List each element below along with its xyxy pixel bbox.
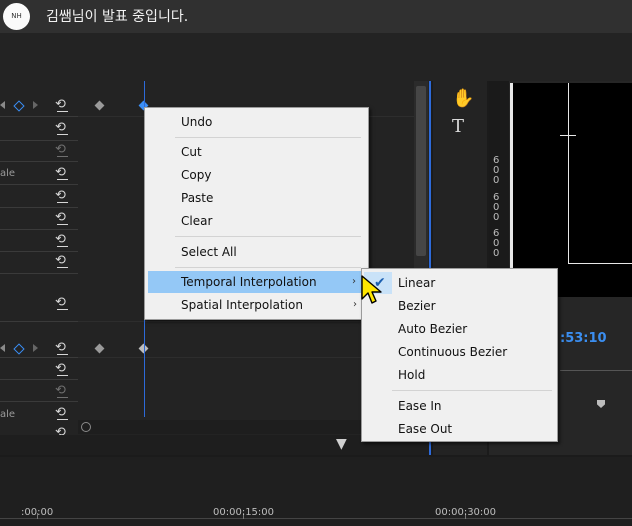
submenu-item-continuous-bezier[interactable]: Continuous Bezier [362,341,556,363]
hand-tool-icon[interactable]: ✋ [452,88,474,109]
zoom-handle[interactable] [81,422,91,432]
property-row-divider [0,229,78,230]
monitor-timecode[interactable]: :53:10 [560,331,607,346]
property-row-divider [0,207,78,208]
menu-separator [175,267,361,268]
property-row-divider [0,357,78,358]
reset-icon[interactable]: ⟲ [55,143,69,157]
property-row-divider [0,161,78,162]
menu-separator [175,236,361,237]
title-safe-guide [568,83,569,264]
menu-item-undo[interactable]: Undo [145,111,367,133]
property-label: ale [0,409,16,420]
submenu-item-bezier[interactable]: Bezier [362,295,556,317]
timeline-tick-label: 00:00:30:00 [435,507,497,518]
reset-icon[interactable]: ⟲ [55,406,69,420]
reset-icon[interactable]: ⟲ [55,362,69,376]
app-toolbar-strip [0,33,632,81]
submenu-arrow-icon: › [352,276,356,287]
reset-icon[interactable]: ⟲ [55,233,69,247]
property-row-divider [0,140,78,141]
menu-item-select-all[interactable]: Select All [145,241,367,263]
next-keyframe-icon[interactable] [33,101,38,109]
timeline-tick-label: :00:00 [21,507,54,518]
submenu-arrow-icon: › [353,299,357,310]
video-frame-edge [510,83,513,297]
ruler-digit: 0 [493,212,500,223]
property-row-divider [0,321,78,322]
menu-item-clear[interactable]: Clear [145,210,367,232]
mouse-cursor-icon [361,275,382,304]
property-row-divider [0,116,78,117]
reset-icon[interactable]: ⟲ [55,254,69,268]
reset-icon[interactable]: ⟲ [55,121,69,135]
title-safe-guide [568,263,632,264]
menu-separator [392,390,552,391]
menu-item-cut[interactable]: Cut [145,141,367,163]
monitor-ruler [489,81,509,297]
menu-separator [175,137,361,138]
menu-item-temporal-interpolation[interactable]: Temporal Interpolation › [148,271,366,293]
property-row-divider [0,251,78,252]
property-row-divider [0,273,78,274]
vertical-scrollbar-thumb[interactable] [416,86,426,256]
prev-keyframe-icon[interactable] [0,101,5,109]
submenu-item-auto-bezier[interactable]: Auto Bezier [362,318,556,340]
reset-icon[interactable]: ⟲ [55,384,69,398]
keyframe-context-menu: Undo Cut Copy Paste Clear Select All Tem… [144,107,369,320]
monitor-time-ruler[interactable] [560,370,632,379]
type-tool-icon[interactable]: T [452,116,464,137]
menu-item-copy[interactable]: Copy [145,164,367,186]
reset-icon[interactable]: ⟲ [55,189,69,203]
title-safe-guide [560,135,576,136]
reset-icon[interactable]: ⟲ [55,166,69,180]
presenter-banner: 김쌤님이 발표 중입니다. [46,9,189,25]
reset-icon[interactable]: ⟲ [55,296,69,310]
ruler-digit: 0 [493,175,500,186]
submenu-item-ease-out[interactable]: Ease Out [362,418,556,440]
reset-icon[interactable]: ⟲ [55,98,69,112]
video-preview[interactable] [510,83,632,297]
menu-item-paste[interactable]: Paste [145,187,367,209]
submenu-item-hold[interactable]: Hold [362,364,556,386]
prev-keyframe-icon[interactable] [0,344,5,352]
property-row-divider [0,184,78,185]
property-row-divider [0,379,78,380]
reset-icon[interactable]: ⟲ [55,341,69,355]
timeline-ruler[interactable] [0,457,632,526]
presenter-avatar: NH [3,3,30,30]
submenu-item-ease-in[interactable]: Ease In [362,395,556,417]
timeline-ruler-line [0,518,632,519]
ruler-digit: 0 [493,248,500,259]
filter-icon[interactable]: ▼ [336,436,347,452]
submenu-item-linear[interactable]: Linear [362,272,556,294]
temporal-interpolation-submenu: ✔ Linear Bezier Auto Bezier Continuous B… [361,268,558,442]
property-row-divider [0,401,78,402]
reset-icon[interactable]: ⟲ [55,211,69,225]
property-label: ale [0,168,16,179]
menu-item-spatial-interpolation[interactable]: Spatial Interpolation › [145,294,367,316]
timeline-tick-label: 00:00:15:00 [213,507,275,518]
next-keyframe-icon[interactable] [33,344,38,352]
